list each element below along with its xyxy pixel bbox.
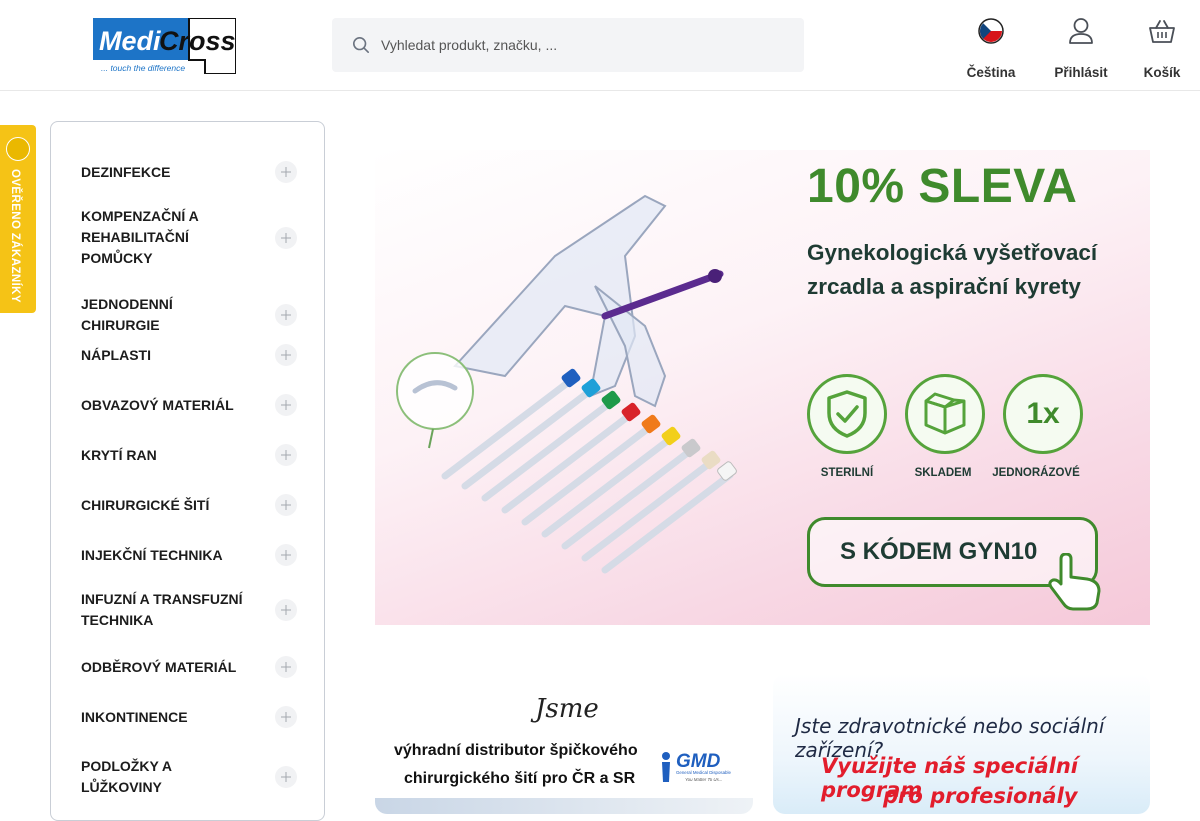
category-item[interactable]: DEZINFEKCE xyxy=(81,161,297,183)
search-icon[interactable] xyxy=(352,36,370,54)
speculum-and-curettes-illustration xyxy=(396,194,737,574)
expand-plus-icon[interactable] xyxy=(275,394,297,416)
expand-plus-icon[interactable] xyxy=(275,599,297,621)
promo-hero-banner[interactable]: 10% SLEVA Gynekologická vyšetřovací zrca… xyxy=(375,121,1150,654)
search-bar[interactable] xyxy=(332,18,804,72)
gmd-logo-text: GMD xyxy=(676,751,721,772)
category-label: OBVAZOVÝ MATERIÁL xyxy=(81,396,234,413)
category-label: DEZINFEKCE xyxy=(81,163,171,180)
logo-text-medi: Medi xyxy=(99,26,161,56)
box-icon xyxy=(924,392,966,435)
medicross-logo[interactable]: Medi Cross ... touch the difference xyxy=(93,17,237,75)
search-input[interactable] xyxy=(381,37,781,53)
banner-photo-strip xyxy=(375,798,753,814)
professional-program-banner[interactable]: Jste zdravotnické nebo sociální zařízení… xyxy=(773,674,1150,814)
category-item[interactable]: INKONTINENCE xyxy=(81,706,297,728)
category-label: PODLOŽKY A LŮŽKOVINY xyxy=(81,758,172,795)
logo-tagline: ... touch the difference xyxy=(101,63,185,73)
program-cta-continued: pro profesionály xyxy=(883,784,1078,808)
category-item[interactable]: JEDNODENNÍ CHIRURGIE xyxy=(81,294,297,336)
user-icon xyxy=(1069,18,1093,44)
svg-text:Cross: Cross xyxy=(159,26,236,56)
category-label: CHIRURGICKÉ ŠITÍ xyxy=(81,496,210,513)
feature-in-stock xyxy=(905,374,985,454)
hero-description: Gynekologická vyšetřovací zrcadla a aspi… xyxy=(807,240,1098,299)
expand-plus-icon[interactable] xyxy=(275,226,297,249)
feature-label: JEDNORÁZOVÉ xyxy=(992,467,1080,479)
category-label: INFUZNÍ A TRANSFUZNÍ TECHNIKA xyxy=(81,591,243,628)
category-label: KRYTÍ RAN xyxy=(81,446,157,463)
gmd-logo-subtitle: General Medical Disposable xyxy=(676,770,731,775)
category-label: ODBĚROVÝ MATERIÁL xyxy=(81,658,237,675)
hero-headline: 10% SLEVA xyxy=(807,160,1078,213)
expand-plus-icon[interactable] xyxy=(275,544,297,566)
expand-plus-icon[interactable] xyxy=(275,161,297,183)
category-item[interactable]: PODLOŽKY A LŮŽKOVINY xyxy=(81,756,297,798)
category-label: INJEKČNÍ TECHNIKA xyxy=(81,546,223,563)
category-item[interactable]: CHIRURGICKÉ ŠITÍ xyxy=(81,494,297,516)
shield-check-icon xyxy=(827,390,867,438)
login-label: Přihlásit xyxy=(1054,65,1108,80)
feature-disposable: 1x xyxy=(1003,374,1083,454)
basket-icon xyxy=(1149,20,1175,43)
verified-seal-icon xyxy=(6,137,30,161)
expand-plus-icon[interactable] xyxy=(275,344,297,366)
feature-sterile xyxy=(807,374,887,454)
expand-plus-icon[interactable] xyxy=(275,706,297,728)
banner-line-2: chirurgického šití pro ČR a SR xyxy=(404,770,636,787)
language-switcher[interactable]: Čeština xyxy=(962,14,1020,80)
pointing-hand-icon xyxy=(1048,553,1101,611)
expand-plus-icon[interactable] xyxy=(275,656,297,678)
discount-code-label: S KÓDEM GYN10 xyxy=(840,538,1038,565)
category-item[interactable]: ODBĚROVÝ MATERIÁL xyxy=(81,656,297,678)
expand-plus-icon[interactable] xyxy=(275,444,297,466)
category-label: INKONTINENCE xyxy=(81,708,188,725)
category-item[interactable]: KOMPENZAČNÍ A REHABILITAČNÍ POMŮCKY xyxy=(81,206,297,269)
banner-line-1: výhradní distributor špičkového xyxy=(394,742,638,759)
expand-plus-icon[interactable] xyxy=(275,304,297,326)
login-link[interactable]: Přihlásit xyxy=(1049,14,1113,80)
category-label: NÁPLASTI xyxy=(81,346,151,363)
disposable-1x-icon: 1x xyxy=(1026,397,1060,430)
gmd-logo: GMD General Medical Disposable You Matte… xyxy=(662,751,731,782)
category-item[interactable]: NÁPLASTI xyxy=(81,344,297,366)
category-item[interactable]: KRYTÍ RAN xyxy=(81,444,297,466)
category-item[interactable]: INJEKČNÍ TECHNIKA xyxy=(81,544,297,566)
verified-badge-label: OVĚŘENO ZÁKAZNÍKY xyxy=(9,169,21,303)
distributor-banner[interactable]: Jsme výhradní distributor špičkového chi… xyxy=(375,674,753,814)
category-label: JEDNODENNÍ CHIRURGIE xyxy=(81,296,173,333)
category-item[interactable]: OBVAZOVÝ MATERIÁL xyxy=(81,394,297,416)
czech-flag-icon xyxy=(978,18,1004,44)
category-sidebar: DEZINFEKCE KOMPENZAČNÍ A REHABILITAČNÍ P… xyxy=(50,121,325,821)
site-header: Medi Cross ... touch the difference Vyhl… xyxy=(0,0,1200,91)
expand-plus-icon[interactable] xyxy=(275,766,297,788)
cart-label: Košík xyxy=(1143,65,1181,80)
gmd-logo-slogan: You Matter To Us... xyxy=(685,777,722,782)
cart-link[interactable]: Košík xyxy=(1138,14,1186,80)
category-item[interactable]: INFUZNÍ A TRANSFUZNÍ TECHNIKA xyxy=(81,589,297,631)
verified-by-customers-badge[interactable]: OVĚŘENO ZÁKAZNÍKY xyxy=(0,125,36,313)
language-label: Čeština xyxy=(966,65,1016,80)
category-label: KOMPENZAČNÍ A REHABILITAČNÍ POMŮCKY xyxy=(81,208,199,266)
banner-signature: Jsme xyxy=(535,694,599,724)
expand-plus-icon[interactable] xyxy=(275,494,297,516)
